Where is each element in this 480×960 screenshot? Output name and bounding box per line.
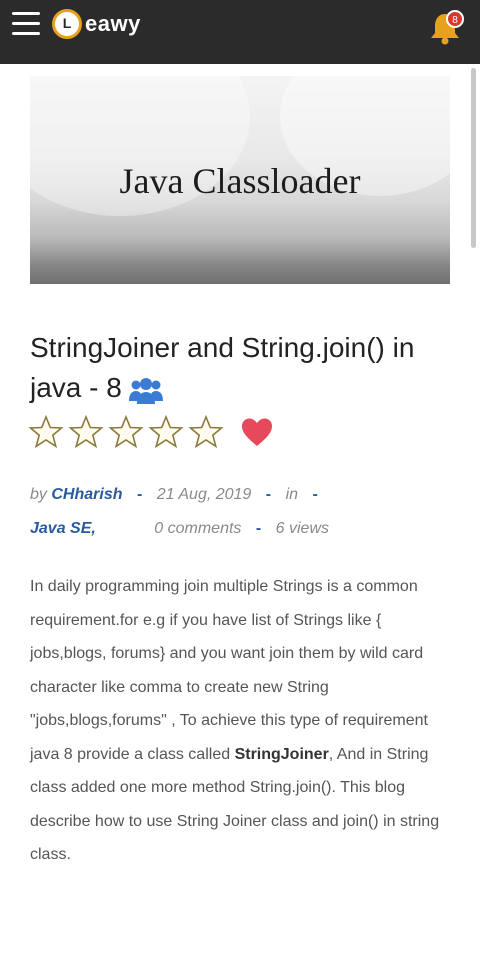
meta-separator: - <box>255 520 262 537</box>
post-meta-line-2: Java SE, 0 comments - 6 views <box>30 520 329 538</box>
people-group-icon[interactable] <box>128 376 164 404</box>
logo-mark: L <box>52 9 82 39</box>
views-count: 6 views <box>275 520 330 537</box>
scrollbar[interactable] <box>471 68 476 248</box>
comments-count[interactable]: 0 comments <box>154 520 241 537</box>
star-icon[interactable] <box>68 414 104 450</box>
star-icon[interactable] <box>148 414 184 450</box>
star-icon[interactable] <box>108 414 144 450</box>
post-body: In daily programming join multiple Strin… <box>30 578 440 863</box>
notification-badge: 8 <box>446 10 464 28</box>
post-meta-line-1: by CHharish - 21 Aug, 2019 - in - <box>30 486 328 504</box>
stringjoiner-bold: StringJoiner <box>234 745 329 763</box>
in-label: in <box>285 486 299 503</box>
banner-title: Java Classloader <box>119 161 361 201</box>
star-icon[interactable] <box>28 414 64 450</box>
site-logo[interactable]: L eawy <box>52 9 141 39</box>
notification-bell-icon[interactable]: 8 <box>428 10 464 46</box>
meta-separator: - <box>265 486 272 503</box>
meta-separator: - <box>136 486 143 503</box>
top-app-bar: L eawy 8 <box>0 0 480 64</box>
post-date: 21 Aug, 2019 <box>156 486 252 503</box>
category-link[interactable]: Java SE, <box>30 520 96 537</box>
star-icon[interactable] <box>188 414 224 450</box>
meta-separator: - <box>312 486 318 503</box>
heart-icon[interactable] <box>240 417 274 447</box>
by-label: by <box>30 486 47 503</box>
logo-text: eawy <box>85 11 141 36</box>
rating-stars <box>28 414 274 450</box>
menu-icon[interactable] <box>12 12 40 36</box>
post-title: StringJoiner and String.join() in java -… <box>30 332 415 404</box>
author-link[interactable]: CHharish <box>51 486 122 503</box>
post-banner-image: Java Classloader <box>30 76 450 284</box>
